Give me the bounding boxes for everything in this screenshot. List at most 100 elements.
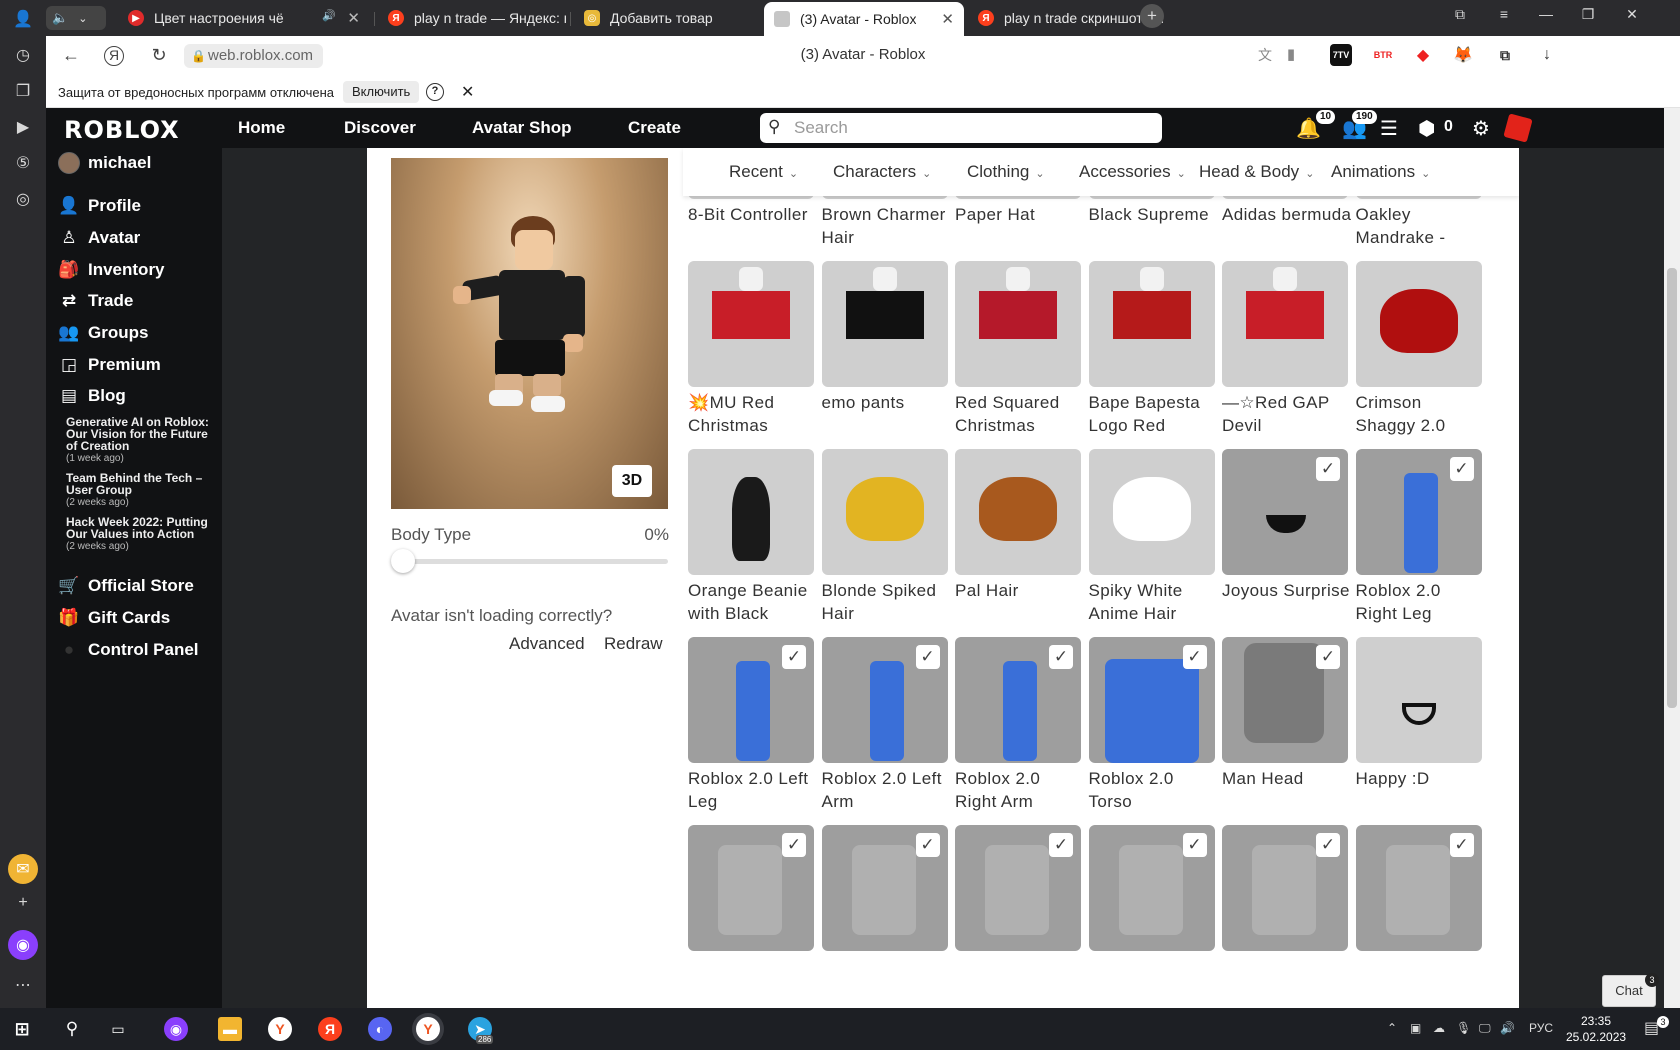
item-name[interactable]: Roblox 2.0 Torso [1089, 767, 1219, 813]
item-thumbnail[interactable] [1355, 261, 1482, 387]
item-thumbnail[interactable]: ✓ [1222, 637, 1348, 763]
item-thumbnail[interactable]: ✓ [955, 637, 1081, 763]
worn-checkmark-icon[interactable]: ✓ [1049, 833, 1073, 857]
item-name[interactable]: 8-Bit Controller [688, 203, 818, 226]
item-name[interactable]: Orange Beanie with Black [688, 579, 818, 625]
new-tab-button[interactable]: + [1140, 4, 1164, 28]
item-thumbnail[interactable] [1088, 449, 1215, 575]
sidebar-item-trade[interactable]: ⇄ Trade [58, 291, 133, 311]
item-name[interactable]: Adidas bermuda [1222, 203, 1352, 226]
tab-animations[interactable]: Animations ⌄ [1331, 162, 1430, 182]
tab-recent[interactable]: Recent ⌄ [729, 162, 798, 182]
tray-meet-icon[interactable]: ▣ [1410, 1021, 1421, 1035]
item-thumbnail[interactable]: ✓ [1355, 449, 1482, 575]
settings-gear-icon[interactable]: ⚙ [1472, 116, 1490, 141]
alice-assistant-icon[interactable]: ◉ [8, 930, 38, 960]
item-name[interactable]: Bape Bapesta Logo Red [1089, 391, 1219, 437]
item-name[interactable]: 💥MU Red Christmas [688, 391, 818, 437]
nav-home[interactable]: Home [238, 118, 285, 138]
yandex-browser-icon[interactable]: Y [268, 1017, 292, 1041]
metamask-extension-icon[interactable]: 🦊 [1452, 44, 1474, 66]
toggle-3d-button[interactable]: 3D [612, 465, 652, 497]
tab-head-body[interactable]: Head & Body ⌄ [1199, 162, 1314, 182]
sidebar-item-blog[interactable]: ▤ Blog [58, 386, 126, 406]
more-icon[interactable]: ⋯ [8, 970, 38, 1000]
nav-discover[interactable]: Discover [344, 118, 416, 138]
7tv-extension-icon[interactable]: 7TV [1330, 44, 1352, 66]
close-tab-icon[interactable]: ✕ [347, 9, 360, 27]
task-view-icon[interactable]: ▭ [106, 1017, 130, 1041]
item-thumbnail[interactable] [955, 261, 1081, 387]
item-name[interactable]: —☆Red GAP Devil [1222, 391, 1352, 437]
history-icon[interactable]: ◷ [8, 40, 38, 70]
body-type-slider[interactable] [391, 559, 668, 564]
item-thumbnail[interactable] [821, 261, 948, 387]
volume-icon[interactable]: 🔊 [1500, 1021, 1515, 1035]
advanced-link[interactable]: Advanced [509, 634, 585, 654]
translate-icon[interactable]: 文 [1254, 45, 1276, 65]
item-name[interactable]: Paper Hat [955, 203, 1085, 226]
item-thumbnail[interactable] [688, 261, 814, 387]
item-name[interactable]: Man Head [1222, 767, 1352, 790]
worn-checkmark-icon[interactable]: ✓ [1316, 833, 1340, 857]
yandex-icon[interactable]: Я [318, 1017, 342, 1041]
reload-icon[interactable]: ↻ [148, 45, 170, 66]
item-name[interactable]: Roblox 2.0 Right Arm [955, 767, 1085, 813]
worn-checkmark-icon[interactable]: ✓ [1182, 645, 1207, 669]
worn-checkmark-icon[interactable]: ✓ [915, 833, 940, 857]
redraw-link[interactable]: Redraw [604, 634, 663, 654]
sidebar-item-gift-cards[interactable]: 🎁 Gift Cards [58, 608, 170, 628]
item-name[interactable]: Happy :D [1356, 767, 1486, 790]
tab-music[interactable]: ▶ Цвет настроения чё 🔊 ✕ [118, 4, 370, 32]
blog-post-link[interactable]: Generative AI on Roblox: Our Vision for … [66, 416, 216, 465]
close-tab-icon[interactable]: ✕ [941, 10, 954, 28]
network-icon[interactable]: 🖵 [1479, 1021, 1491, 1036]
mail-app-icon[interactable]: ✉ [8, 854, 38, 884]
bookmark-icon[interactable]: ▮ [1280, 45, 1302, 63]
close-icon[interactable]: ✕ [461, 82, 474, 102]
sound-control[interactable]: 🔈 ⌄ [46, 6, 106, 30]
tab-yandex-screenshots[interactable]: Я play n trade скриншоты ч [968, 4, 1168, 32]
tab-characters[interactable]: Characters ⌄ [833, 162, 931, 182]
item-name[interactable]: Roblox 2.0 Right Leg [1356, 579, 1486, 625]
nav-avatar-shop[interactable]: Avatar Shop [472, 118, 572, 138]
search-input[interactable] [794, 117, 1144, 139]
body-type-slider-handle[interactable] [391, 549, 415, 573]
screenshot-icon[interactable]: ◎ [8, 184, 38, 214]
help-icon[interactable]: ? [426, 83, 444, 101]
item-name[interactable]: Blonde Spiked Hair [822, 579, 952, 625]
item-thumbnail[interactable] [1088, 261, 1215, 387]
sidebar-item-profile[interactable]: 👤 Profile [58, 196, 141, 216]
btr-extension-icon[interactable]: BTR [1372, 44, 1394, 66]
clock[interactable]: 23:35 25.02.2023 [1566, 1013, 1626, 1045]
tab-clothing[interactable]: Clothing ⌄ [967, 162, 1045, 182]
add-panel-icon[interactable]: + [8, 888, 38, 918]
alice-icon[interactable]: ◉ [164, 1017, 188, 1041]
tray-chevron-icon[interactable]: ⌃ [1387, 1021, 1397, 1035]
back-icon[interactable]: ← [60, 45, 82, 66]
sidebar-item-inventory[interactable]: 🎒 Inventory [58, 260, 164, 280]
discord-icon[interactable]: ◐ [368, 1017, 392, 1041]
menu-icon[interactable]: ≡ [1492, 6, 1516, 22]
item-thumbnail[interactable]: ✓ [1222, 825, 1348, 951]
sidebar-item-avatar[interactable]: ♙ Avatar [58, 228, 140, 248]
item-name[interactable]: Red Squared Christmas [955, 391, 1085, 437]
onedrive-icon[interactable]: ☁ [1433, 1021, 1445, 1035]
roblox-studio-icon[interactable] [1503, 113, 1533, 143]
worn-checkmark-icon[interactable]: ✓ [1449, 457, 1474, 481]
url-field[interactable]: 🔒 web.roblox.com [184, 44, 324, 68]
tab-accessories[interactable]: Accessories ⌄ [1079, 162, 1186, 182]
enable-protection-button[interactable]: Включить [343, 81, 420, 103]
download-icon[interactable]: ↓ [1536, 44, 1558, 66]
sidebar-item-groups[interactable]: 👥 Groups [58, 323, 148, 343]
close-window-icon[interactable]: ✕ [1620, 6, 1644, 23]
profile-icon[interactable]: 👤 [8, 4, 38, 34]
tab-add-product[interactable]: ◎ Добавить товар [574, 4, 764, 32]
item-name[interactable]: emo pants [822, 391, 952, 414]
windows-start-icon[interactable]: ⊞ [10, 1017, 34, 1041]
worn-checkmark-icon[interactable]: ✓ [782, 833, 806, 857]
item-name[interactable]: Roblox 2.0 Left Leg [688, 767, 818, 813]
item-name[interactable]: Oakley Mandrake - [1356, 203, 1486, 249]
item-thumbnail[interactable]: ✓ [688, 637, 814, 763]
blog-post-link[interactable]: Hack Week 2022: Putting Our Values into … [66, 516, 216, 553]
